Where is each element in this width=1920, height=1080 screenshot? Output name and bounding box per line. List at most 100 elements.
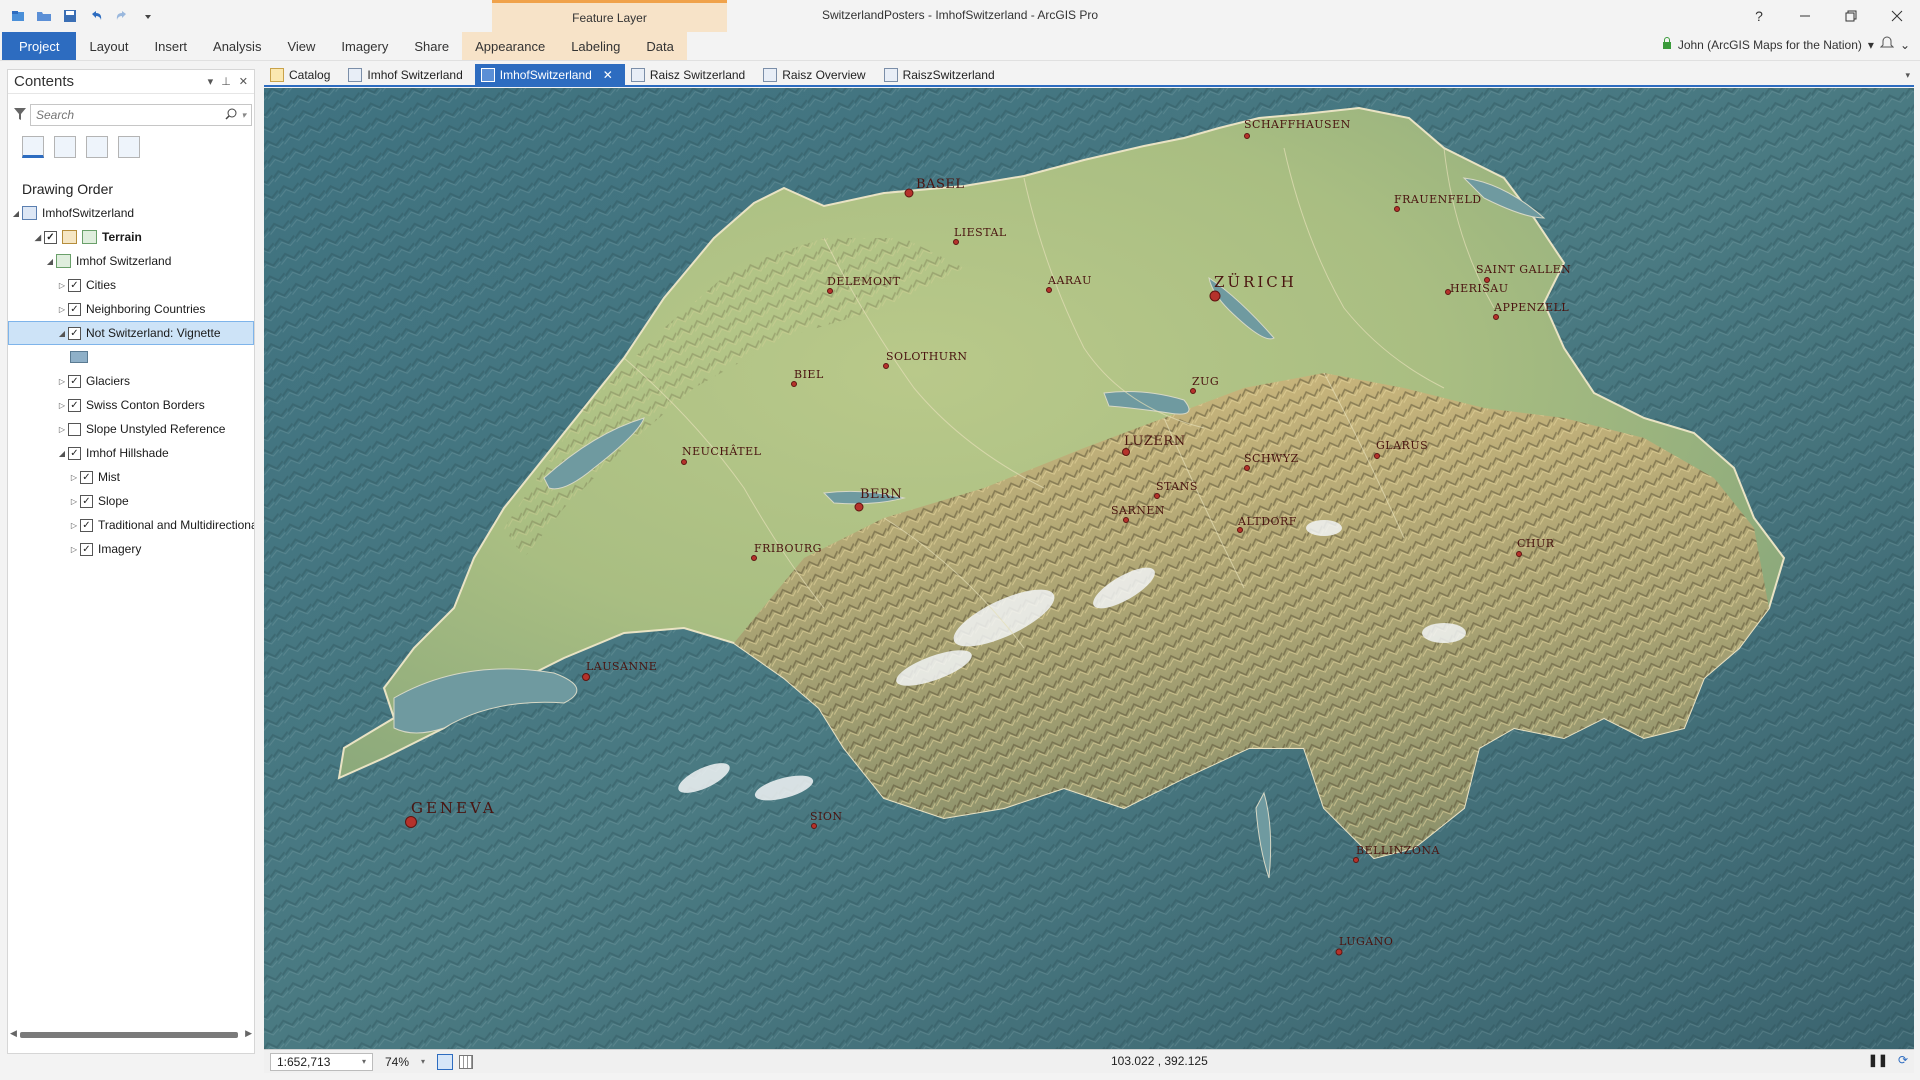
scrollbar-thumb[interactable] — [20, 1032, 238, 1038]
tree-item-mist[interactable]: ▷ ✓ Mist — [8, 465, 254, 489]
city-dot[interactable] — [1374, 453, 1380, 459]
tree-item-slope[interactable]: ▷ ✓ Slope — [8, 489, 254, 513]
tree-item-imhof-hillshade[interactable]: ◢ ✓ Imhof Hillshade — [8, 441, 254, 465]
list-by-drawing-order-icon[interactable] — [22, 136, 44, 158]
city-dot[interactable] — [405, 816, 417, 828]
undo-icon[interactable] — [86, 6, 106, 26]
expand-arrow-icon[interactable]: ▷ — [68, 521, 80, 530]
collapse-arrow-icon[interactable]: ◢ — [10, 209, 22, 218]
horizontal-scrollbar[interactable]: ◀ ▶ — [10, 1028, 252, 1040]
search-icon[interactable] — [225, 108, 237, 123]
collapse-arrow-icon[interactable]: ◢ — [32, 233, 44, 242]
city-dot[interactable] — [1209, 290, 1221, 302]
city-dot[interactable] — [751, 555, 757, 561]
legend-swatch[interactable] — [70, 351, 88, 363]
pane-options-icon[interactable]: ▾ — [208, 75, 214, 88]
close-pane-icon[interactable]: ✕ — [239, 75, 248, 88]
list-by-selection-icon[interactable] — [86, 136, 108, 158]
expand-arrow-icon[interactable]: ▷ — [56, 377, 68, 386]
minimize-button[interactable] — [1782, 0, 1828, 32]
search-input[interactable] — [36, 108, 226, 122]
visibility-checkbox[interactable]: ✓ — [80, 470, 93, 484]
city-dot[interactable] — [1516, 551, 1522, 557]
expand-arrow-icon[interactable]: ▷ — [56, 305, 68, 314]
fixed-zoom-icon[interactable] — [437, 1053, 453, 1070]
map-canvas[interactable]: SCHAFFHAUSEN BASEL FRAUENFELD LIESTAL ZÜ… — [264, 88, 1914, 1049]
city-dot[interactable] — [883, 363, 889, 369]
visibility-checkbox[interactable] — [68, 422, 81, 436]
visibility-checkbox[interactable]: ✓ — [80, 494, 93, 508]
visibility-checkbox[interactable]: ✓ — [80, 542, 93, 556]
restore-button[interactable] — [1828, 0, 1874, 32]
city-dot[interactable] — [854, 502, 864, 512]
city-dot[interactable] — [1244, 133, 1250, 139]
pause-drawing-icon[interactable]: ❚❚ — [1868, 1053, 1888, 1067]
refresh-icon[interactable]: ⟳ — [1898, 1053, 1908, 1067]
tab-layout[interactable]: Layout — [76, 32, 141, 60]
expand-arrow-icon[interactable]: ▷ — [68, 545, 80, 554]
city-dot[interactable] — [811, 823, 817, 829]
collapse-arrow-icon[interactable]: ◢ — [44, 257, 56, 266]
tab-insert[interactable]: Insert — [142, 32, 201, 60]
tab-data[interactable]: Data — [633, 32, 687, 60]
tab-raisz-switzerland[interactable]: Raisz Switzerland — [625, 64, 757, 86]
visibility-checkbox[interactable]: ✓ — [68, 302, 81, 316]
tab-list-dropdown-icon[interactable]: ▾ — [1905, 70, 1910, 81]
city-dot[interactable] — [953, 239, 959, 245]
scale-selector[interactable]: 1:652,713 ▾ — [270, 1052, 373, 1071]
city-dot[interactable] — [1353, 857, 1359, 863]
tree-item-glaciers[interactable]: ▷ ✓ Glaciers — [8, 369, 254, 393]
expand-arrow-icon[interactable]: ▷ — [68, 473, 80, 482]
customize-toolbar-icon[interactable] — [138, 6, 158, 26]
save-icon[interactable] — [60, 6, 80, 26]
tab-raisz-overview[interactable]: Raisz Overview — [757, 64, 877, 86]
pin-icon[interactable]: ⊥ — [221, 75, 231, 88]
expand-arrow-icon[interactable]: ▷ — [56, 401, 68, 410]
scroll-left-icon[interactable]: ◀ — [10, 1028, 17, 1039]
city-dot[interactable] — [681, 459, 687, 465]
tab-labeling[interactable]: Labeling — [558, 32, 634, 60]
city-dot[interactable] — [1046, 287, 1052, 293]
tab-appearance[interactable]: Appearance — [462, 32, 559, 60]
tab-share[interactable]: Share — [401, 32, 462, 60]
tree-item-cities[interactable]: ▷ ✓ Cities — [8, 273, 254, 297]
filter-icon[interactable] — [14, 107, 26, 124]
tree-item-traditional-multidirectional[interactable]: ▷ ✓ Traditional and Multidirectional — [8, 513, 254, 537]
city-dot[interactable] — [1154, 493, 1160, 499]
tab-imhof-switzerland-layout[interactable]: Imhof Switzerland — [342, 64, 474, 86]
tree-item-neighboring-countries[interactable]: ▷ ✓ Neighboring Countries — [8, 297, 254, 321]
user-account[interactable]: John (ArcGIS Maps for the Nation) ▾ ⌄ — [1662, 36, 1910, 53]
grid-icon[interactable] — [459, 1054, 473, 1069]
expand-arrow-icon[interactable]: ▷ — [56, 425, 68, 434]
city-dot[interactable] — [791, 381, 797, 387]
city-dot[interactable] — [1190, 388, 1196, 394]
open-folder-icon[interactable] — [34, 6, 54, 26]
city-dot[interactable] — [1394, 206, 1400, 212]
tab-imagery[interactable]: Imagery — [328, 32, 401, 60]
city-dot[interactable] — [904, 188, 914, 198]
tree-item-imhof-switzerland[interactable]: ◢ Imhof Switzerland — [8, 249, 254, 273]
city-dot[interactable] — [1335, 948, 1343, 956]
city-dot[interactable] — [1237, 527, 1243, 533]
notification-bell-icon[interactable] — [1879, 36, 1895, 53]
zoom-selector[interactable]: 74% ▾ — [379, 1053, 431, 1071]
visibility-checkbox[interactable]: ✓ — [68, 446, 81, 460]
city-dot[interactable] — [827, 288, 833, 294]
city-dot[interactable] — [1244, 465, 1250, 471]
tree-item-map[interactable]: ◢ ImhofSwitzerland — [8, 201, 254, 225]
tree-item-vignette[interactable]: ◢ ✓ Not Switzerland: Vignette — [8, 321, 254, 345]
close-button[interactable] — [1874, 0, 1920, 32]
city-dot[interactable] — [1122, 448, 1130, 456]
collapse-arrow-icon[interactable]: ◢ — [56, 329, 68, 338]
city-dot[interactable] — [582, 673, 590, 681]
tree-item-terrain[interactable]: ◢ ✓ Terrain — [8, 225, 254, 249]
close-tab-icon[interactable]: ✕ — [603, 68, 613, 82]
map-view[interactable]: SCHAFFHAUSEN BASEL FRAUENFELD LIESTAL ZÜ… — [264, 88, 1914, 1049]
visibility-checkbox[interactable]: ✓ — [80, 518, 93, 532]
list-by-editing-icon[interactable] — [118, 136, 140, 158]
expand-arrow-icon[interactable]: ▷ — [68, 497, 80, 506]
tree-item-slope-reference[interactable]: ▷ Slope Unstyled Reference — [8, 417, 254, 441]
tab-view[interactable]: View — [274, 32, 328, 60]
visibility-checkbox[interactable]: ✓ — [68, 326, 81, 340]
new-project-icon[interactable] — [8, 6, 28, 26]
